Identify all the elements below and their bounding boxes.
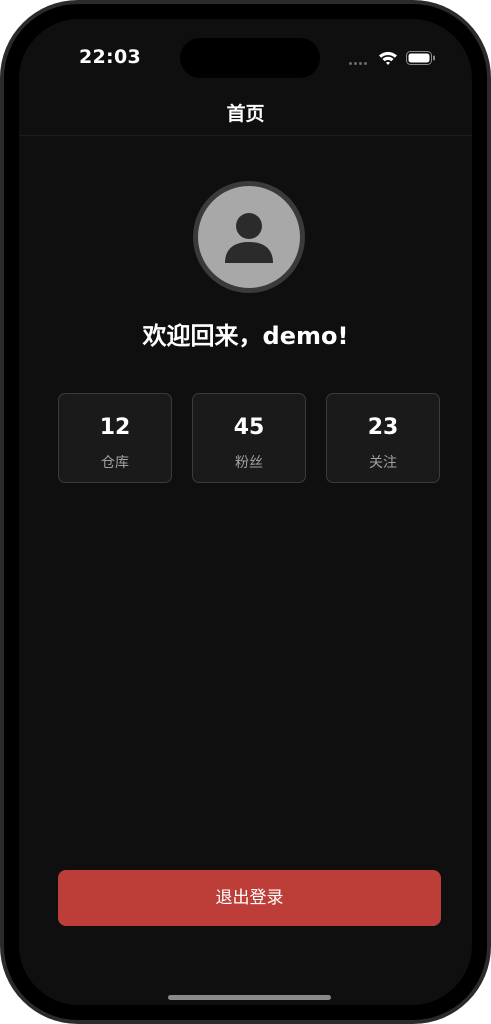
status-bar: 22:03 (19, 19, 472, 87)
cellular-signal-icon (349, 62, 371, 66)
navigation-bar: 首页 (19, 87, 472, 136)
stat-value: 23 (367, 415, 399, 440)
status-time: 22:03 (79, 46, 141, 68)
stats-row: 12 仓库 45 粉丝 23 关注 (58, 393, 441, 485)
stat-value: 45 (233, 415, 265, 440)
welcome-message: 欢迎回来，demo! (142, 322, 349, 350)
stat-label: 仓库 (101, 455, 129, 471)
stat-label: 关注 (369, 455, 397, 471)
phone-frame: 22:03 首页 欢迎回来，demo! 12 仓库 45 粉丝 23 关注 退出… (0, 0, 491, 1024)
screen: 22:03 首页 欢迎回来，demo! 12 仓库 45 粉丝 23 关注 退出… (19, 19, 472, 1005)
stat-card-following[interactable]: 23 关注 (326, 393, 440, 483)
page-title: 首页 (226, 103, 265, 125)
wifi-icon (379, 51, 397, 65)
stat-card-repositories[interactable]: 12 仓库 (58, 393, 172, 483)
stat-value: 12 (99, 415, 131, 440)
avatar (193, 181, 305, 293)
stat-label: 粉丝 (235, 455, 263, 471)
logout-button[interactable]: 退出登录 (58, 870, 441, 926)
person-avatar-icon (225, 213, 273, 263)
home-indicator[interactable] (168, 995, 331, 1000)
phone-bezel: 22:03 首页 欢迎回来，demo! 12 仓库 45 粉丝 23 关注 退出… (4, 4, 487, 1020)
dynamic-island (180, 38, 320, 78)
stat-card-followers[interactable]: 45 粉丝 (192, 393, 306, 483)
battery-icon (406, 51, 435, 65)
